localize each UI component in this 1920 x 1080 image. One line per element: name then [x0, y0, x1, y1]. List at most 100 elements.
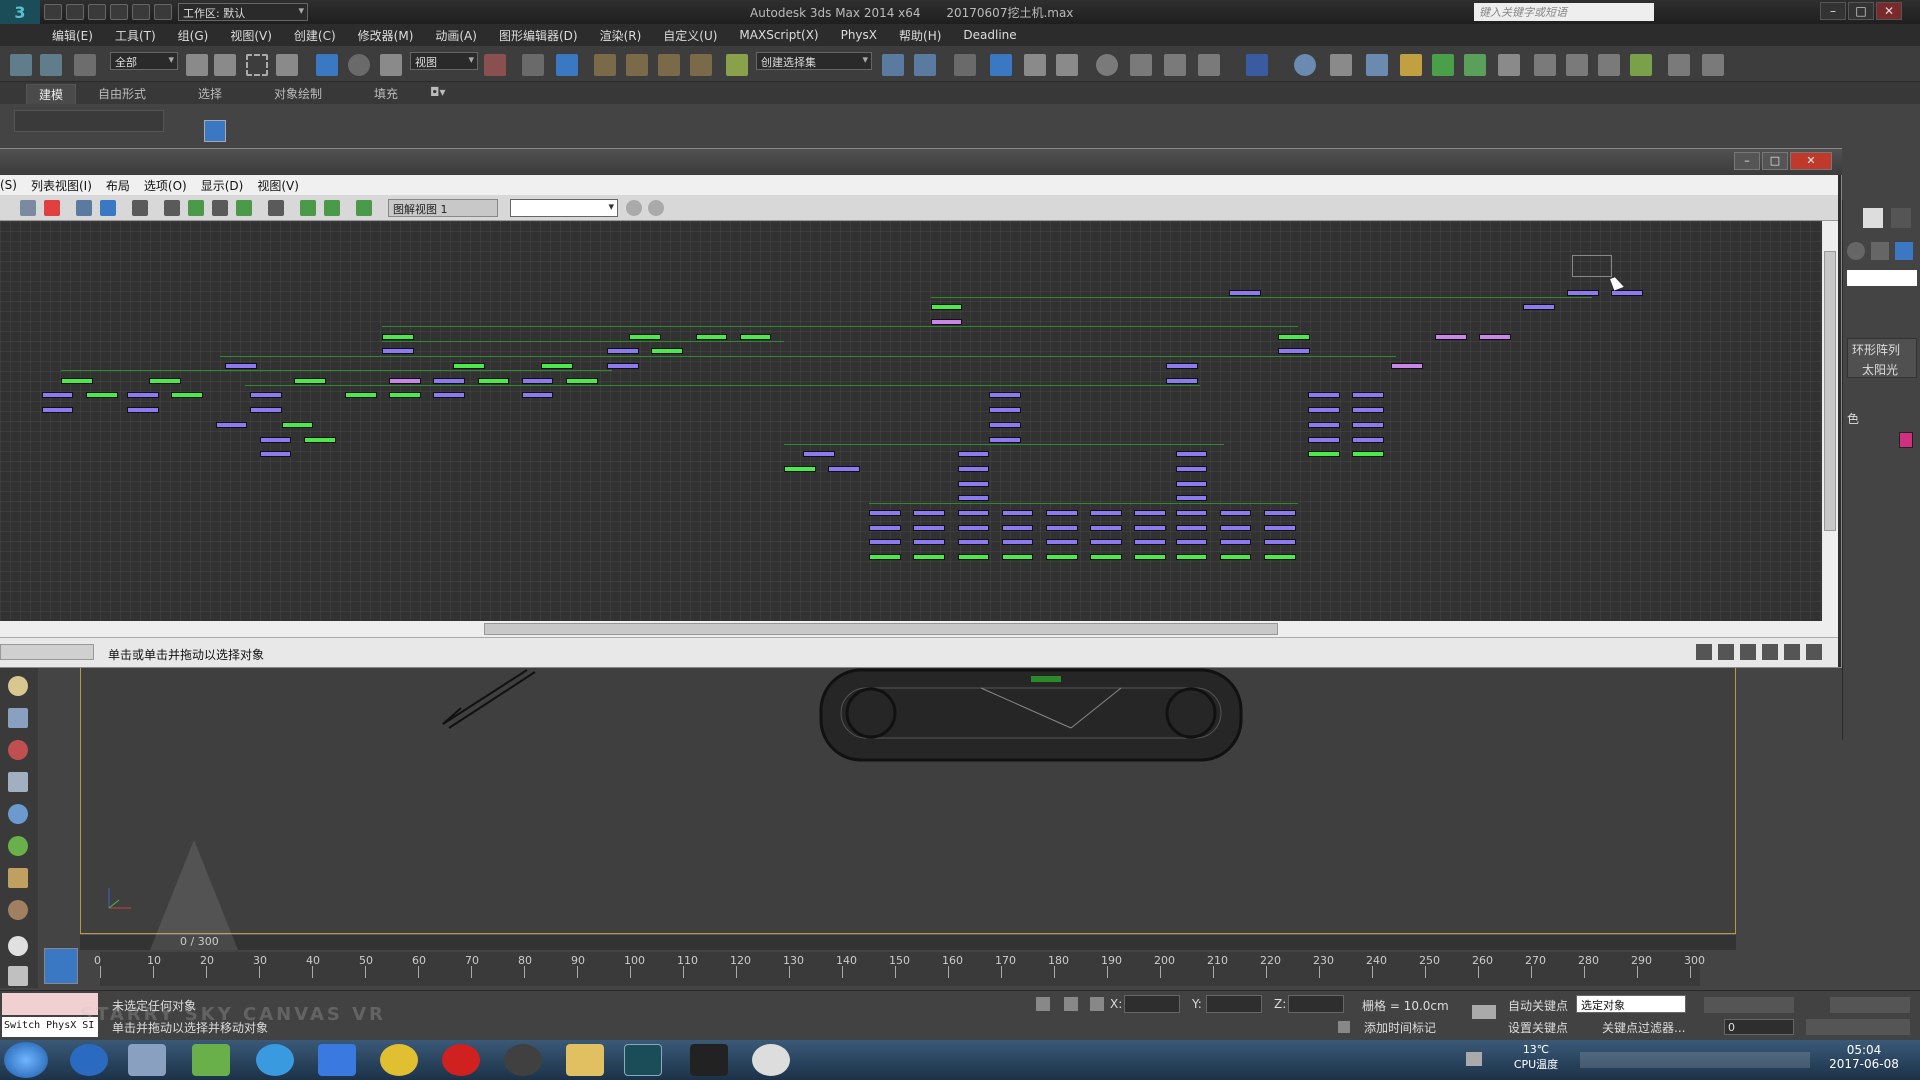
schematic-node[interactable] [989, 392, 1022, 399]
schematic-node[interactable] [607, 363, 640, 370]
schematic-node[interactable] [1045, 509, 1078, 516]
schematic-node[interactable] [433, 377, 466, 384]
schematic-node[interactable] [1263, 539, 1296, 546]
rect-selection-icon[interactable] [246, 54, 268, 76]
z-coordinate-field[interactable] [1288, 995, 1344, 1013]
panel-tab-icon-1[interactable] [1847, 242, 1865, 260]
schematic-menu-layout[interactable]: 布局 [106, 177, 130, 194]
redo-icon[interactable] [132, 4, 150, 20]
schematic-node[interactable] [1219, 509, 1252, 516]
menu-modifiers[interactable]: 修改器(M) [358, 27, 414, 44]
anim-tool-4-icon[interactable] [1630, 54, 1652, 76]
render-icon[interactable] [1198, 54, 1220, 76]
schematic-node[interactable] [1165, 377, 1198, 384]
anim-tool-6-icon[interactable] [1702, 54, 1724, 76]
schematic-node[interactable] [957, 451, 990, 458]
anim-tool-5-icon[interactable] [1668, 54, 1690, 76]
schematic-node[interactable] [1278, 333, 1311, 340]
schematic-node[interactable] [930, 304, 963, 311]
maps-icon[interactable] [192, 1044, 230, 1076]
schematic-close-button[interactable]: ✕ [1790, 152, 1832, 170]
schematic-node[interactable] [957, 495, 990, 502]
schematic-node[interactable] [1089, 509, 1122, 516]
menu-graph-editors[interactable]: 图形编辑器(D) [499, 27, 578, 44]
keyboard-shortcut-icon[interactable] [556, 54, 578, 76]
schematic-node[interactable] [521, 377, 554, 384]
schematic-node[interactable] [1219, 554, 1252, 561]
render-setup-icon[interactable] [1130, 54, 1152, 76]
schematic-node[interactable] [303, 436, 336, 443]
undo-icon[interactable] [110, 4, 128, 20]
schematic-node[interactable] [1001, 539, 1034, 546]
schematic-view-icon[interactable] [1056, 54, 1078, 76]
file-explorer-icon[interactable] [566, 1044, 604, 1076]
schematic-node[interactable] [1165, 363, 1198, 370]
isolate-icon[interactable] [1036, 997, 1050, 1011]
unreal-engine-icon[interactable] [752, 1044, 790, 1076]
menu-help[interactable]: 帮助(H) [899, 27, 941, 44]
menu-views[interactable]: 视图(V) [230, 27, 272, 44]
schematic-node[interactable] [225, 363, 258, 370]
collapse-up-icon[interactable] [324, 200, 340, 216]
schematic-node[interactable] [1175, 509, 1208, 516]
schematic-menu-view[interactable]: 视图(V) [257, 177, 299, 194]
schematic-node[interactable] [281, 421, 314, 428]
select-object-icon[interactable] [186, 54, 208, 76]
schematic-node[interactable] [1351, 421, 1384, 428]
schematic-node[interactable] [607, 348, 640, 355]
schematic-node[interactable] [827, 465, 860, 472]
clock[interactable]: 05:04 2017-06-08 [1824, 1043, 1904, 1071]
schematic-node[interactable] [989, 421, 1022, 428]
layer-manager-icon[interactable] [954, 54, 976, 76]
grid-tool-icon[interactable] [8, 966, 28, 986]
menu-physx[interactable]: PhysX [841, 28, 877, 42]
menu-customize[interactable]: 自定义(U) [663, 27, 717, 44]
schematic-node[interactable] [651, 348, 684, 355]
display-panel-icon[interactable] [1863, 208, 1883, 228]
material-editor-icon[interactable] [1096, 54, 1118, 76]
schematic-search-dropdown[interactable] [510, 199, 618, 217]
time-slider[interactable]: 0 / 300 [80, 934, 1736, 950]
schematic-node[interactable] [739, 333, 772, 340]
rock-tool-icon[interactable] [8, 900, 28, 920]
auto-key-button[interactable]: 自动关键点 [1508, 997, 1568, 1014]
schematic-node[interactable] [389, 392, 422, 399]
search-clear-icon[interactable] [648, 200, 664, 216]
schematic-node[interactable] [989, 407, 1022, 414]
utilities-panel-icon[interactable] [1891, 208, 1911, 228]
schematic-node[interactable] [1175, 451, 1208, 458]
schematic-node[interactable] [1175, 524, 1208, 531]
horizontal-scroll-thumb[interactable] [484, 623, 1278, 635]
hair-tool-icon[interactable] [8, 868, 28, 888]
menu-maxscript[interactable]: MAXScript(X) [739, 28, 818, 42]
unlink-icon[interactable] [40, 54, 62, 76]
schematic-menu-select[interactable]: (S) [0, 178, 17, 192]
schematic-node[interactable] [957, 465, 990, 472]
project-folder-icon[interactable] [154, 4, 172, 20]
schematic-node[interactable] [1089, 539, 1122, 546]
viewport-nav-controls[interactable] [1830, 997, 1910, 1013]
move-icon[interactable] [316, 54, 338, 76]
angle-snap-icon[interactable] [626, 54, 648, 76]
schematic-node[interactable] [521, 392, 554, 399]
computer-icon[interactable] [128, 1044, 166, 1076]
edit-named-selection-icon[interactable] [726, 54, 748, 76]
rendered-frame-icon[interactable] [1164, 54, 1186, 76]
schematic-node[interactable] [1175, 465, 1208, 472]
viewport-nav-controls-2[interactable] [1806, 1019, 1910, 1035]
menu-deadline[interactable]: Deadline [963, 28, 1016, 42]
tab-selection[interactable]: 选择 [198, 85, 222, 102]
sunlight-label[interactable]: 太阳光 [1862, 361, 1898, 378]
workspace-dropdown[interactable]: 工作区: 默认 [178, 3, 308, 21]
tree-tool-icon[interactable] [1432, 54, 1454, 76]
schematic-node[interactable] [1219, 524, 1252, 531]
bone-tool-icon[interactable] [1366, 54, 1388, 76]
schematic-node[interactable] [869, 509, 902, 516]
schematic-vertical-scrollbar[interactable] [1822, 221, 1838, 621]
schematic-node[interactable] [1278, 348, 1311, 355]
schematic-node[interactable] [913, 509, 946, 516]
search-go-icon[interactable] [626, 200, 642, 216]
schematic-node[interactable] [61, 377, 94, 384]
schematic-node[interactable] [1001, 554, 1034, 561]
schematic-node[interactable] [127, 407, 160, 414]
